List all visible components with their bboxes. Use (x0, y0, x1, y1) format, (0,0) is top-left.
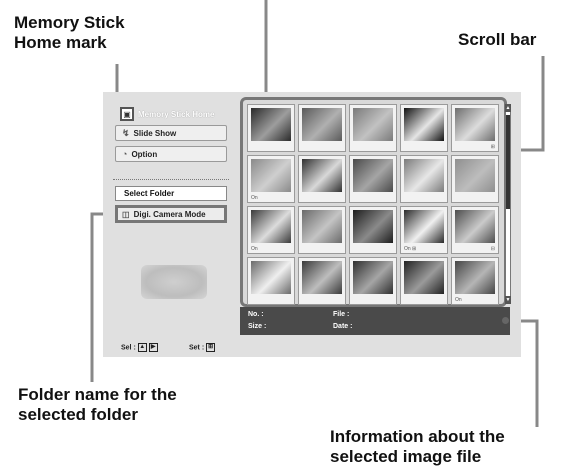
thumbnail-8[interactable] (349, 155, 397, 203)
thumbnail-image (302, 261, 342, 294)
folder-name-label: Digi. Camera Mode (133, 209, 206, 219)
info-no: No. : (248, 311, 264, 318)
thumbnail-panel: ⊞ On On On ⊞ ⊟ On ▲ ▼ (240, 97, 511, 307)
option-label: Option (131, 149, 158, 159)
thumbnail-mark: On (251, 195, 258, 201)
thumbnail-image (353, 159, 393, 192)
thumbnail-image (302, 210, 342, 243)
thumbnail-image (455, 261, 495, 294)
thumbnail-3[interactable] (349, 104, 397, 152)
thumbnail-12[interactable] (298, 206, 346, 254)
option-icon: ◔ (122, 149, 128, 159)
thumbnail-7[interactable] (298, 155, 346, 203)
thumbnail-6[interactable]: On (247, 155, 295, 203)
thumbnail-14[interactable]: On ⊞ (400, 206, 448, 254)
thumbnail-15[interactable]: ⊟ (451, 206, 499, 254)
memory-stick-logo (141, 265, 207, 299)
thumbnail-image (404, 210, 444, 243)
thumbnail-18[interactable] (349, 257, 397, 305)
thumbnail-image (455, 210, 495, 243)
thumbnail-image (455, 108, 495, 141)
thumbnail-9[interactable] (400, 155, 448, 203)
home-label: Memory Stick Home (138, 109, 215, 119)
slide-show-label: Slide Show (133, 128, 177, 138)
scroll-bar[interactable]: ▲ ▼ (505, 104, 511, 304)
control-hints: Sel : ▲ ▶ Set : ⊞ (103, 335, 521, 357)
folder-icon: ◫ (122, 209, 130, 219)
thumbnail-1[interactable] (247, 104, 295, 152)
thumbnail-2[interactable] (298, 104, 346, 152)
thumbnail-image (404, 159, 444, 192)
memory-stick-home-mark[interactable]: ▣ Memory Stick Home (120, 106, 214, 122)
set-hint: Set : ⊞ (189, 343, 216, 352)
info-file: File : (333, 311, 350, 318)
set-label: Set : (189, 344, 205, 352)
sidebar: ▣ Memory Stick Home ↯ Slide Show ◔ Optio… (103, 92, 240, 335)
thumbnail-5[interactable]: ⊞ (451, 104, 499, 152)
thumbnail-13[interactable] (349, 206, 397, 254)
thumbnail-mark: ⊞ (490, 144, 495, 150)
thumbnail-19[interactable] (400, 257, 448, 305)
slide-show-button[interactable]: ↯ Slide Show (115, 125, 227, 141)
thumbnail-grid: ⊞ On On On ⊞ ⊟ On (247, 104, 499, 305)
thumbnail-image (404, 108, 444, 141)
slide-show-icon: ↯ (122, 127, 130, 138)
thumbnail-image (302, 108, 342, 141)
thumbnail-mark: On (251, 246, 258, 252)
thumbnail-image (353, 261, 393, 294)
thumbnail-image (353, 108, 393, 141)
thumbnail-mark: On ⊞ (404, 246, 417, 252)
thumbnail-image (404, 261, 444, 294)
set-key-icon: ⊞ (206, 343, 216, 352)
scroll-thumb[interactable] (506, 115, 510, 209)
arrow-up-key-icon: ▲ (137, 343, 147, 352)
select-folder-button[interactable]: Select Folder (115, 186, 227, 201)
thumbnail-image (251, 210, 291, 243)
thumbnail-10[interactable] (451, 155, 499, 203)
scroll-up-arrow-icon[interactable]: ▲ (505, 104, 511, 112)
thumbnail-image (353, 210, 393, 243)
info-indicator (502, 317, 509, 324)
memory-stick-home-icon: ▣ (120, 107, 134, 121)
thumbnail-mark: ⊟ (490, 246, 495, 252)
sel-hint: Sel : ▲ ▶ (121, 343, 158, 352)
sidebar-divider (113, 179, 229, 180)
info-date: Date : (333, 323, 353, 330)
thumbnail-11[interactable]: On (247, 206, 295, 254)
thumbnail-16[interactable] (247, 257, 295, 305)
arrow-right-key-icon: ▶ (148, 343, 158, 352)
thumbnail-20[interactable]: On (451, 257, 499, 305)
folder-name-button[interactable]: ◫ Digi. Camera Mode (115, 205, 227, 223)
thumbnail-17[interactable] (298, 257, 346, 305)
image-info-bar: No. : File : Size : Date : (240, 307, 510, 335)
info-size: Size : (248, 323, 267, 330)
thumbnail-image (251, 108, 291, 141)
thumbnail-image (455, 159, 495, 192)
thumbnail-image (302, 159, 342, 192)
thumbnail-4[interactable] (400, 104, 448, 152)
sel-label: Sel : (121, 344, 136, 352)
option-button[interactable]: ◔ Option (115, 146, 227, 162)
thumbnail-image (251, 261, 291, 294)
thumbnail-mark: On (455, 297, 462, 303)
memory-stick-home-screen: ▣ Memory Stick Home ↯ Slide Show ◔ Optio… (103, 92, 521, 357)
thumbnail-image (251, 159, 291, 192)
scroll-down-arrow-icon[interactable]: ▼ (505, 296, 511, 304)
